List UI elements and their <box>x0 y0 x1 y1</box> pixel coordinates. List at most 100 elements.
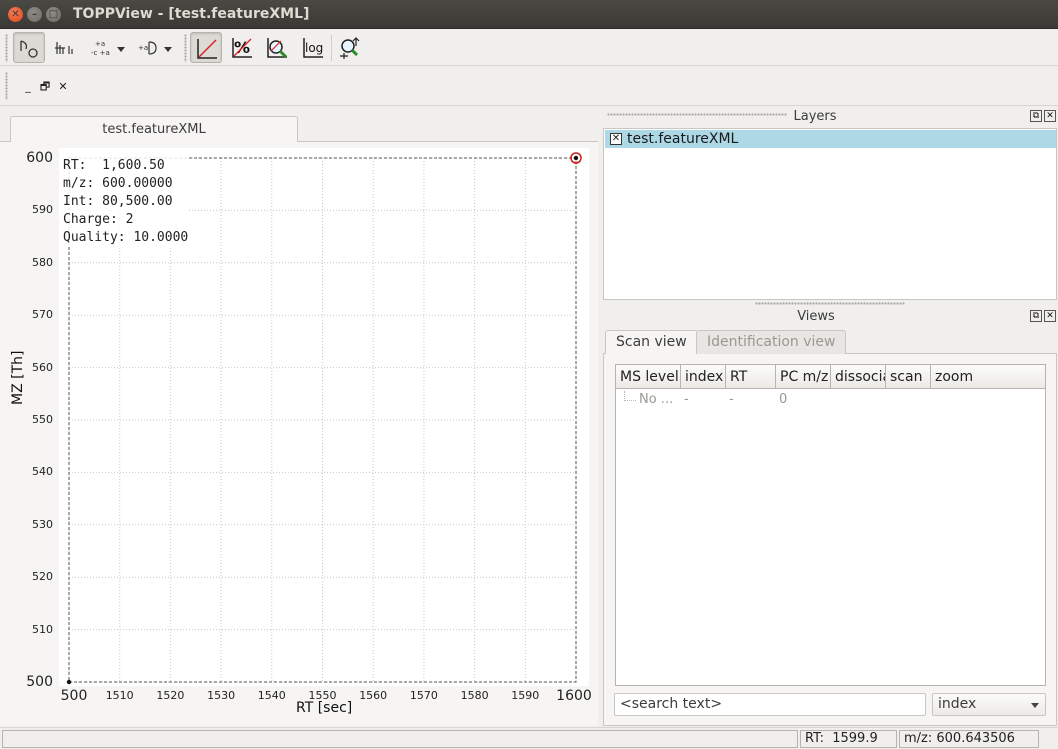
column-ms-level[interactable]: MS level <box>616 365 681 389</box>
mdi-minimize-icon[interactable]: _ <box>21 80 35 94</box>
x-axis-label: RT [sec] <box>296 700 353 716</box>
peak-measure-icon <box>55 42 73 54</box>
y-tick-label: 570 <box>32 308 53 322</box>
status-message <box>2 730 798 748</box>
dock-splitter[interactable] <box>755 302 905 305</box>
layers-close-icon[interactable]: ✕ <box>1044 110 1056 122</box>
window-close-button[interactable]: ✕ <box>8 7 23 22</box>
column-zoom[interactable]: zoom <box>931 365 1045 389</box>
search-field-value: index <box>938 696 977 712</box>
window-minimize-button[interactable]: – <box>27 7 42 22</box>
toolbar-separator <box>331 35 332 61</box>
linear-scale-icon <box>197 39 217 59</box>
column-index[interactable]: index <box>681 365 726 389</box>
main-toolbar: +a -c +a +a % <box>0 29 1058 66</box>
layers-list[interactable]: ✕ test.featureXML <box>603 128 1057 300</box>
percentage-intensity-button[interactable]: % <box>226 32 258 63</box>
x-tick-label: 1540 <box>257 689 286 702</box>
layers-dock-title: Layers <box>793 109 837 124</box>
data-point[interactable] <box>573 155 579 161</box>
search-field-select[interactable]: index <box>932 693 1046 716</box>
x-tick-label: 1600 <box>556 688 592 704</box>
views-close-icon[interactable]: ✕ <box>1044 310 1056 322</box>
info-intensity: Int: 80,500.00 <box>63 194 173 209</box>
feature-info-overlay: RT: 1,600.50 m/z: 600.00000 Int: 80,500.00… <box>63 157 189 247</box>
mdi-restore-icon[interactable]: 🗗 <box>38 80 52 94</box>
document-tab[interactable]: test.featureXML <box>10 116 298 142</box>
cell-pc-mz: 0 <box>779 392 788 407</box>
layers-float-icon[interactable]: ⧉ <box>1030 110 1042 122</box>
toolbar-handle-2[interactable] <box>184 34 187 62</box>
layer-item[interactable]: ✕ test.featureXML <box>605 130 1056 148</box>
column-rt[interactable]: RT <box>726 365 776 389</box>
y-tick-label: 540 <box>32 465 53 479</box>
reset-zoom-icon <box>340 37 360 59</box>
cell-index: - <box>684 392 689 407</box>
x-tick-label: 1510 <box>105 689 134 702</box>
scan-table[interactable]: MS level index RT PC m/z dissociation sc… <box>615 364 1046 686</box>
x-tick-label: 1520 <box>156 689 185 702</box>
charge-annotation-icon: +a -c +a <box>91 40 125 57</box>
status-mz: m/z: 600.643506 <box>899 730 1039 748</box>
y-tick-label: 580 <box>32 255 53 269</box>
window-maximize-button[interactable]: □ <box>46 7 61 22</box>
search-input[interactable]: <search text> <box>614 693 926 716</box>
mdi-handle[interactable] <box>5 72 8 100</box>
y-tick-label: 590 <box>32 203 53 217</box>
percent-scale-icon: % <box>232 38 252 58</box>
tab-identification-view[interactable]: Identification view <box>696 330 847 354</box>
x-tick-label: 1570 <box>409 689 438 702</box>
log-scale-icon: log <box>303 38 323 58</box>
x-tick-label: 1580 <box>460 689 489 702</box>
column-dissociation[interactable]: dissociation <box>831 365 886 389</box>
x-tick-label: 1530 <box>207 689 236 702</box>
x-tick-label: 500 <box>60 688 88 704</box>
layer-item-label: test.featureXML <box>627 131 739 147</box>
y-tick-label: 500 <box>26 674 53 690</box>
zoom-mode-icon <box>20 40 38 58</box>
layers-dock-grip[interactable] <box>607 113 787 116</box>
linear-intensity-button[interactable] <box>190 32 222 63</box>
y-tick-label: 600 <box>26 150 53 166</box>
views-float-icon[interactable]: ⧉ <box>1030 310 1042 322</box>
tab-scan-view[interactable]: Scan view <box>605 330 698 354</box>
info-quality: Quality: 10.0000 <box>63 230 189 245</box>
y-axis-label: MZ [Th] <box>10 350 26 405</box>
y-tick-label: 510 <box>32 622 53 636</box>
svg-text:+a: +a <box>138 44 148 52</box>
svg-text:+a: +a <box>95 40 105 48</box>
y-tick-label: 550 <box>32 413 53 426</box>
chevron-down-icon <box>1031 703 1039 708</box>
peaks-dropdown-button[interactable]: +a <box>132 32 176 63</box>
layer-visible-checkbox[interactable]: ✕ <box>610 133 622 145</box>
mdi-close-icon[interactable]: ✕ <box>56 80 70 94</box>
info-charge: Charge: 2 <box>63 212 134 227</box>
mdi-control-row: _ 🗗 ✕ <box>0 66 1058 106</box>
tree-branch-line <box>624 391 636 401</box>
cell-rt: - <box>729 392 734 407</box>
column-scan[interactable]: scan <box>886 365 931 389</box>
y-tick-label: 530 <box>32 517 53 531</box>
zoom-mode-button[interactable] <box>13 32 45 63</box>
status-bar: RT: 1599.9 m/z: 600.643506 <box>0 727 1058 749</box>
intensity-dropdown-button[interactable]: +a -c +a <box>85 32 129 63</box>
x-tick-label: 1590 <box>511 689 540 702</box>
cell-ms-level: No ... <box>639 392 674 407</box>
y-tick-label: 520 <box>32 570 53 584</box>
status-rt: RT: 1599.9 <box>800 730 897 748</box>
peak-shape-icon: +a <box>138 41 172 55</box>
column-pc-mz[interactable]: PC m/z <box>776 365 831 389</box>
reset-zoom-button[interactable] <box>334 32 366 63</box>
zoom-scale-icon <box>267 38 288 59</box>
snap-intensity-button[interactable] <box>261 32 293 63</box>
info-mz: m/z: 600.00000 <box>63 176 173 191</box>
measure-mode-button[interactable] <box>49 32 81 63</box>
data-point[interactable] <box>66 679 72 685</box>
toolbar-handle[interactable] <box>5 34 8 62</box>
views-dock-title: Views <box>797 309 835 324</box>
title-bar: ✕ – □ TOPPView - [test.featureXML] <box>0 0 1058 29</box>
x-tick-label: 1560 <box>359 689 388 702</box>
log-intensity-button[interactable]: log <box>297 32 329 63</box>
window-title: TOPPView - [test.featureXML] <box>73 6 310 22</box>
svg-text:-c +a: -c +a <box>91 49 110 57</box>
